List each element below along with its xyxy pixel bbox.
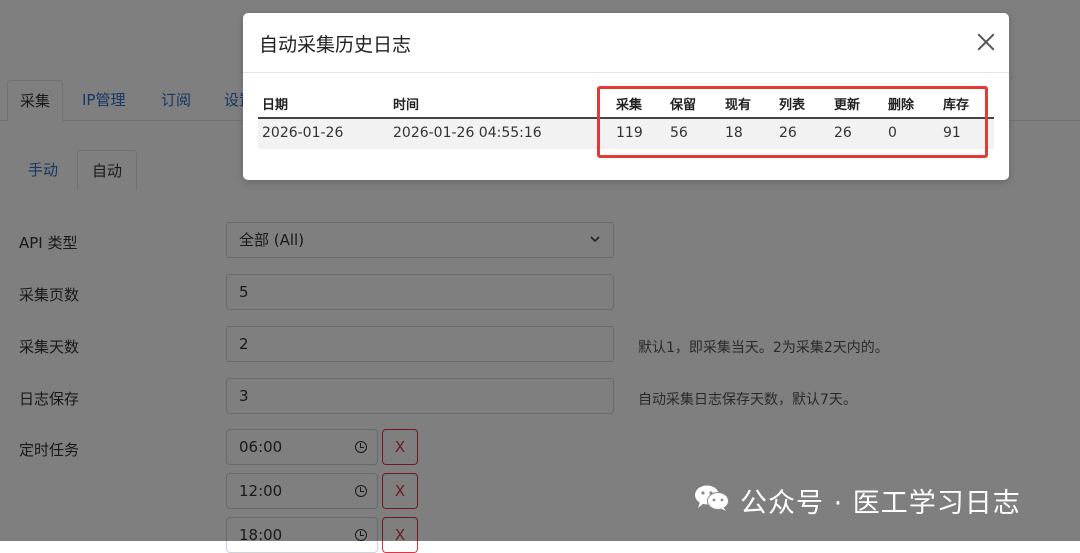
modal-header: 自动采集历史日志: [243, 13, 1009, 73]
cell-date: 2026-01-26: [262, 125, 344, 141]
annotation-highlight-box: [597, 86, 988, 158]
watermark-text: 公众号 · 医工学习日志: [740, 488, 1021, 519]
header-date: 日期: [262, 98, 289, 113]
history-log-modal: 自动采集历史日志 日期 时间 采集 保留 现有 列表 更新 删除 库存 2026…: [243, 13, 1009, 180]
modal-title: 自动采集历史日志: [259, 34, 412, 56]
header-time: 时间: [393, 98, 420, 113]
cell-time: 2026-01-26 04:55:16: [393, 125, 542, 141]
close-icon[interactable]: [975, 31, 997, 53]
wechat-icon: [694, 484, 730, 512]
